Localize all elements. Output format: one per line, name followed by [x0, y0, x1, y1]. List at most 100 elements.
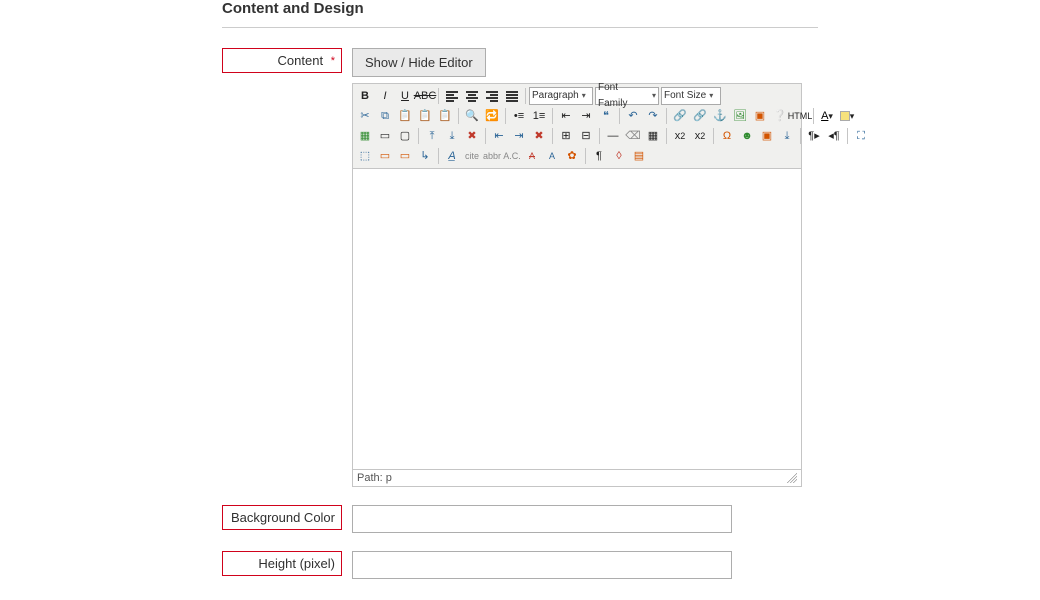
separator-icon [458, 108, 459, 124]
html-source-button[interactable]: HTML [790, 107, 810, 125]
select-all-button[interactable]: ⬚ [355, 147, 375, 165]
visualchars-button[interactable]: ¶ [589, 147, 609, 165]
highlight-color-button[interactable]: ▾ [837, 107, 857, 125]
toggle-guidelines-button[interactable]: ▦ [643, 127, 663, 145]
table-cell-props-button[interactable]: ▢ [395, 127, 415, 145]
remove-format-button[interactable]: ⌫ [623, 127, 643, 145]
ltr-button[interactable]: ¶▸ [804, 127, 824, 145]
height-pixel-input[interactable] [352, 551, 732, 579]
separator-icon [418, 128, 419, 144]
toolbar-row-1: B I U ABC Paragraph▾ Font Family▾ Font S… [355, 86, 799, 106]
attributes-button[interactable]: ✿ [562, 147, 582, 165]
style-props-button[interactable]: A̲ [442, 147, 462, 165]
hr-button[interactable]: — [603, 127, 623, 145]
indent-button[interactable]: ⇥ [576, 107, 596, 125]
font-size-dropdown[interactable]: Font Size▾ [661, 87, 721, 105]
del-button[interactable]: A [522, 147, 542, 165]
separator-icon [438, 148, 439, 164]
delete-col-button[interactable]: ✖ [529, 127, 549, 145]
insert-row-after-button[interactable]: ⤓ [442, 127, 462, 145]
align-center-button[interactable] [462, 87, 482, 105]
resize-handle-icon[interactable] [787, 473, 797, 483]
separator-icon [438, 88, 439, 104]
toolbar-row-3: ▦ ▭ ▢ ⤒ ⤓ ✖ ⇤ ⇥ ✖ ⊞ ⊟ [355, 126, 799, 146]
align-left-button[interactable] [442, 87, 462, 105]
superscript-button[interactable]: x2 [690, 127, 710, 145]
separator-icon [713, 128, 714, 144]
separator-icon [485, 128, 486, 144]
italic-button[interactable]: I [375, 87, 395, 105]
label-height-pixel: Height (pixel) [222, 551, 342, 576]
paste-text-button[interactable]: 📋 [415, 107, 435, 125]
media-button[interactable]: ▣ [750, 107, 770, 125]
separator-icon [525, 88, 526, 104]
delete-row-button[interactable]: ✖ [462, 127, 482, 145]
editor-toolbar: B I U ABC Paragraph▾ Font Family▾ Font S… [353, 84, 801, 169]
split-cells-button[interactable]: ⊟ [576, 127, 596, 145]
merge-cells-button[interactable]: ⊞ [556, 127, 576, 145]
separator-icon [585, 148, 586, 164]
bullet-list-button[interactable]: •≡ [509, 107, 529, 125]
subscript-button[interactable]: x2 [670, 127, 690, 145]
paste-word-button[interactable]: 📋 [435, 107, 455, 125]
insert-table-button[interactable]: ▦ [355, 127, 375, 145]
find-button[interactable]: 🔍 [462, 107, 482, 125]
align-right-button[interactable] [482, 87, 502, 105]
row-content: Content * Show / Hide Editor B I U ABC [222, 48, 818, 487]
link-button[interactable]: 🔗 [670, 107, 690, 125]
editor-path: Path: p [357, 472, 392, 484]
anchor-button[interactable]: ⚓ [710, 107, 730, 125]
unlink-button[interactable]: 🔗 [690, 107, 710, 125]
undo-button[interactable]: ↶ [623, 107, 643, 125]
abbr-button[interactable]: abbr [482, 147, 502, 165]
bold-button[interactable]: B [355, 87, 375, 105]
text-color-button[interactable]: A▾ [817, 107, 837, 125]
rtl-button[interactable]: ◂¶ [824, 127, 844, 145]
replace-button[interactable]: 🔁 [482, 107, 502, 125]
fullscreen-button[interactable]: ⛶ [851, 127, 871, 145]
cite-button[interactable]: cite [462, 147, 482, 165]
background-color-input[interactable] [352, 505, 732, 533]
paste-button[interactable]: 📋 [395, 107, 415, 125]
blockquote-button[interactable]: ❝ [596, 107, 616, 125]
special-char-button[interactable]: Ω [717, 127, 737, 145]
move-backward-button[interactable]: ↳ [415, 147, 435, 165]
nonbreaking-button[interactable]: ◊ [609, 147, 629, 165]
paragraph-dropdown[interactable]: Paragraph▾ [529, 87, 593, 105]
pagebreak-button[interactable]: ⤓ [777, 127, 797, 145]
insert-media-button[interactable]: ▣ [757, 127, 777, 145]
font-family-dropdown[interactable]: Font Family▾ [595, 87, 659, 105]
redo-button[interactable]: ↷ [643, 107, 663, 125]
editor-body[interactable] [353, 169, 801, 469]
toolbar-row-2: ✂ ⧉ 📋 📋 📋 🔍 🔁 •≡ 1≡ ⇤ ⇥ [355, 106, 799, 126]
align-justify-button[interactable] [502, 87, 522, 105]
acronym-button[interactable]: A.C. [502, 147, 522, 165]
underline-button[interactable]: U [395, 87, 415, 105]
image-button[interactable]: 🖼 [730, 107, 750, 125]
insert-layer-button[interactable]: ▭ [375, 147, 395, 165]
move-forward-button[interactable]: ▭ [395, 147, 415, 165]
label-background-color: Background Color [222, 505, 342, 530]
number-list-button[interactable]: 1≡ [529, 107, 549, 125]
separator-icon [552, 108, 553, 124]
outdent-button[interactable]: ⇤ [556, 107, 576, 125]
separator-icon [599, 128, 600, 144]
copy-button[interactable]: ⧉ [375, 107, 395, 125]
table-row-props-button[interactable]: ▭ [375, 127, 395, 145]
insert-col-after-button[interactable]: ⇥ [509, 127, 529, 145]
toggle-editor-button[interactable]: Show / Hide Editor [352, 48, 486, 77]
separator-icon [847, 128, 848, 144]
cut-button[interactable]: ✂ [355, 107, 375, 125]
insert-col-before-button[interactable]: ⇤ [489, 127, 509, 145]
separator-icon [813, 108, 814, 124]
template-button[interactable]: ▤ [629, 147, 649, 165]
separator-icon [552, 128, 553, 144]
row-height-pixel: Height (pixel) [222, 551, 818, 579]
insert-row-before-button[interactable]: ⤒ [422, 127, 442, 145]
strikethrough-button[interactable]: ABC [415, 87, 435, 105]
emoticons-button[interactable]: ☻ [737, 127, 757, 145]
separator-icon [666, 128, 667, 144]
required-mark-icon: * [331, 55, 335, 67]
ins-button[interactable]: A [542, 147, 562, 165]
section-title: Content and Design [222, 0, 818, 28]
